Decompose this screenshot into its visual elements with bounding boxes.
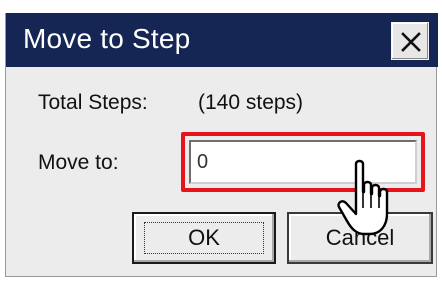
focus-rectangle [144, 222, 264, 254]
total-steps-label: Total Steps: [38, 91, 148, 114]
close-button[interactable] [391, 22, 429, 60]
hand-pointer-icon [337, 159, 389, 236]
dialog-title: Move to Step [23, 23, 191, 54]
title-bar[interactable]: Move to Step [6, 13, 438, 67]
ok-button[interactable]: OK [132, 212, 276, 264]
close-icon [401, 32, 421, 52]
move-to-label: Move to: [38, 151, 119, 174]
total-steps-value: (140 steps) [198, 91, 304, 114]
